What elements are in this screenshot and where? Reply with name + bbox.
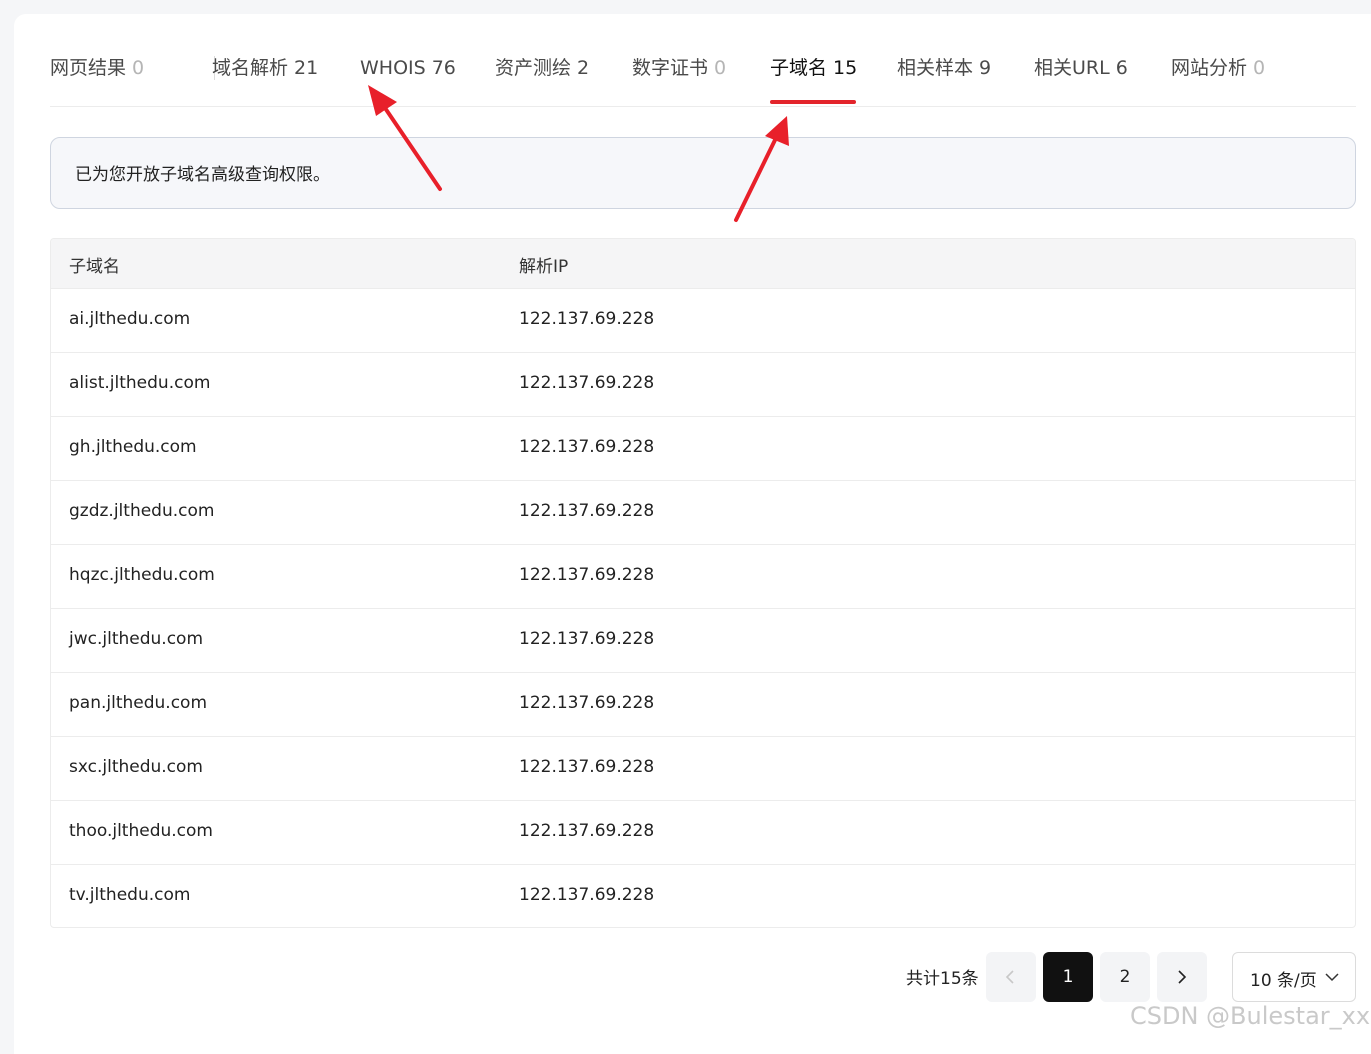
tab-subdomains[interactable]: 子域名 15: [770, 54, 857, 82]
page-button-2[interactable]: 2: [1100, 952, 1150, 1002]
column-header-ip: 解析IP: [519, 257, 569, 277]
tab-count: 6: [1115, 57, 1128, 79]
tab-count: 21: [294, 57, 319, 79]
pagination-total: 共计15条: [906, 969, 979, 989]
ip-cell: 122.137.69.228: [519, 437, 655, 457]
tab-count: 0: [1253, 57, 1266, 79]
subdomain-cell: hqzc.jlthedu.com: [69, 565, 215, 585]
subdomain-cell: alist.jlthedu.com: [69, 373, 211, 393]
ip-cell: 122.137.69.228: [519, 565, 655, 585]
next-page-button[interactable]: [1157, 952, 1207, 1002]
tab-label: 相关URL: [1034, 57, 1110, 79]
ip-cell: 122.137.69.228: [519, 629, 655, 649]
active-tab-indicator: [770, 100, 856, 104]
tab-label: 网页结果: [50, 57, 127, 79]
subdomain-cell: ai.jlthedu.com: [69, 309, 191, 329]
page-size-select[interactable]: 10 条/页: [1232, 952, 1356, 1002]
tab-label: 域名解析: [212, 57, 289, 79]
column-header-subdomain: 子域名: [69, 257, 120, 277]
tab-label: 资产测绘: [495, 57, 572, 79]
main-card: 网页结果 0 域名解析 21 WHOIS 76 资产测绘 2 数字证书 0 子域名 15 相…: [14, 14, 1371, 1054]
subdomain-cell: sxc.jlthedu.com: [69, 757, 203, 777]
subdomain-cell: tv.jlthedu.com: [69, 885, 191, 905]
table-header: 子域名 解析IP: [51, 239, 1355, 289]
tab-bar: 网页结果 0 域名解析 21 WHOIS 76 资产测绘 2 数字证书 0 子域名 15 相…: [50, 14, 1356, 107]
tab-certificates[interactable]: 数字证书 0: [632, 54, 726, 82]
chevron-right-icon: [1178, 970, 1187, 984]
table-row: gzdz.jlthedu.com 122.137.69.228: [51, 481, 1355, 545]
tab-label: WHOIS: [360, 57, 426, 79]
notice-text: 已为您开放子域名高级查询权限。: [75, 165, 330, 185]
tab-count: 2: [577, 57, 590, 79]
table-row: hqzc.jlthedu.com 122.137.69.228: [51, 545, 1355, 609]
ip-cell: 122.137.69.228: [519, 373, 655, 393]
ip-cell: 122.137.69.228: [519, 309, 655, 329]
tab-dns-resolution[interactable]: 域名解析 21: [212, 54, 318, 82]
ip-cell: 122.137.69.228: [519, 501, 655, 521]
table-row: tv.jlthedu.com 122.137.69.228: [51, 865, 1355, 927]
ip-cell: 122.137.69.228: [519, 821, 655, 841]
tab-web-results[interactable]: 网页结果 0: [50, 54, 144, 82]
table-row: sxc.jlthedu.com 122.137.69.228: [51, 737, 1355, 801]
subdomain-table: 子域名 解析IP ai.jlthedu.com 122.137.69.228 a…: [50, 238, 1356, 928]
notice-banner: 已为您开放子域名高级查询权限。: [50, 137, 1356, 209]
tab-related-urls[interactable]: 相关URL 6: [1034, 54, 1128, 82]
watermark: CSDN @Bulestar_xx: [1130, 1002, 1371, 1030]
tab-related-samples[interactable]: 相关样本 9: [897, 54, 991, 82]
tab-label: 数字证书: [632, 57, 709, 79]
tab-count: 76: [431, 57, 456, 79]
subdomain-cell: thoo.jlthedu.com: [69, 821, 213, 841]
tab-site-analysis[interactable]: 网站分析 0: [1171, 54, 1265, 82]
prev-page-button[interactable]: [986, 952, 1036, 1002]
table-row: gh.jlthedu.com 122.137.69.228: [51, 417, 1355, 481]
tab-label: 相关样本: [897, 57, 974, 79]
tab-label: 网站分析: [1171, 57, 1248, 79]
tab-asset-mapping[interactable]: 资产测绘 2: [495, 54, 589, 82]
table-row: ai.jlthedu.com 122.137.69.228: [51, 289, 1355, 353]
page-button-1[interactable]: 1: [1043, 952, 1093, 1002]
subdomain-cell: gh.jlthedu.com: [69, 437, 197, 457]
chevron-down-icon: [1325, 973, 1339, 982]
ip-cell: 122.137.69.228: [519, 885, 655, 905]
chevron-left-icon: [1005, 970, 1014, 984]
page-size-value: 10 条/页: [1250, 971, 1317, 991]
subdomain-cell: pan.jlthedu.com: [69, 693, 208, 713]
ip-cell: 122.137.69.228: [519, 757, 655, 777]
ip-cell: 122.137.69.228: [519, 693, 655, 713]
tab-whois[interactable]: WHOIS 76: [360, 54, 456, 82]
tab-count: 0: [132, 57, 145, 79]
table-row: pan.jlthedu.com 122.137.69.228: [51, 673, 1355, 737]
subdomain-cell: gzdz.jlthedu.com: [69, 501, 215, 521]
table-row: jwc.jlthedu.com 122.137.69.228: [51, 609, 1355, 673]
tab-count: 9: [979, 57, 992, 79]
subdomain-cell: jwc.jlthedu.com: [69, 629, 203, 649]
tab-count: 0: [714, 57, 727, 79]
table-row: thoo.jlthedu.com 122.137.69.228: [51, 801, 1355, 865]
tab-count: 15: [833, 57, 858, 79]
table-row: alist.jlthedu.com 122.137.69.228: [51, 353, 1355, 417]
tab-label: 子域名: [770, 57, 828, 79]
